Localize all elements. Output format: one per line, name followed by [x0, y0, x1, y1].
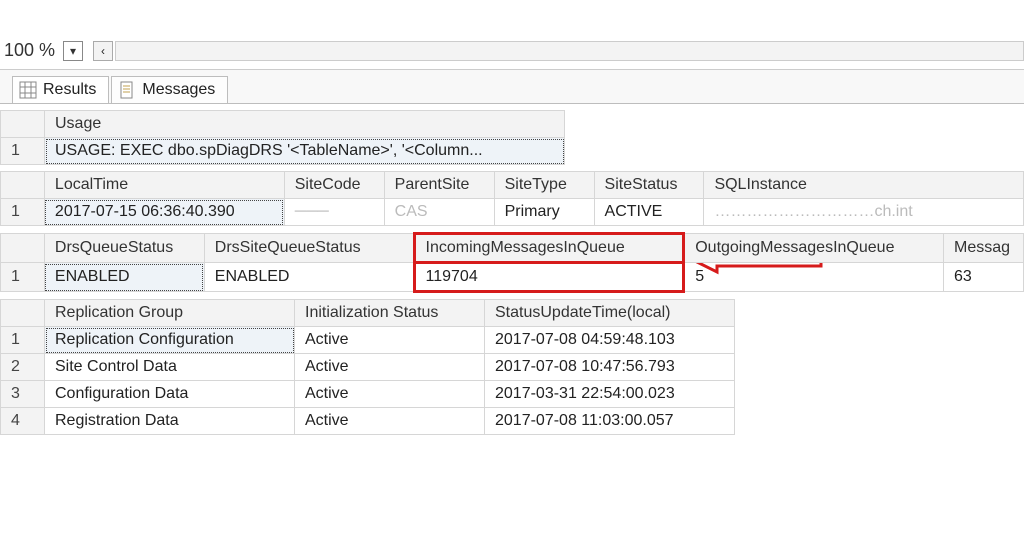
cell-statusupdatetime[interactable]: 2017-07-08 11:03:00.057 — [485, 408, 735, 435]
rownum-cell[interactable]: 1 — [1, 327, 45, 354]
cell-replicationgroup[interactable]: Site Control Data — [45, 354, 295, 381]
annotation-arrow-icon — [693, 263, 823, 276]
result-grid-3: DrsQueueStatus DrsSiteQueueStatus Incomi… — [0, 232, 1024, 293]
col-statusupdatetime[interactable]: StatusUpdateTime(local) — [485, 300, 735, 327]
cell-initstatus[interactable]: Active — [295, 381, 485, 408]
rownum-header[interactable] — [1, 111, 45, 138]
col-sitecode[interactable]: SiteCode — [284, 172, 384, 199]
table-row[interactable]: 4 Registration Data Active 2017-07-08 11… — [1, 408, 735, 435]
zoom-label: 100 % — [4, 40, 55, 61]
cell-parentsite[interactable]: CAS — [384, 199, 494, 226]
rownum-cell[interactable]: 4 — [1, 408, 45, 435]
result-grid-1: Usage 1 USAGE: EXEC dbo.spDiagDRS '<Tabl… — [0, 110, 1024, 165]
rownum-header[interactable] — [1, 172, 45, 199]
cell-replicationgroup[interactable]: Configuration Data — [45, 381, 295, 408]
cell-messag[interactable]: 63 — [943, 263, 1023, 292]
col-usage[interactable]: Usage — [45, 111, 565, 138]
rownum-cell[interactable]: 1 — [1, 263, 45, 292]
cell-initstatus[interactable]: Active — [295, 408, 485, 435]
table-row[interactable]: 1 Replication Configuration Active 2017-… — [1, 327, 735, 354]
col-sitetype[interactable]: SiteType — [494, 172, 594, 199]
cell-sitestatus[interactable]: ACTIVE — [594, 199, 704, 226]
cell-initstatus[interactable]: Active — [295, 354, 485, 381]
rownum-cell[interactable]: 1 — [1, 138, 45, 165]
cell-sqlinstance[interactable]: …………………………ch.int — [704, 199, 1024, 226]
rownum-header[interactable] — [1, 234, 45, 263]
col-parentsite[interactable]: ParentSite — [384, 172, 494, 199]
tab-messages[interactable]: Messages — [111, 76, 228, 103]
rownum-cell[interactable]: 2 — [1, 354, 45, 381]
results-pane: Usage 1 USAGE: EXEC dbo.spDiagDRS '<Tabl… — [0, 110, 1024, 435]
tab-results[interactable]: Results — [12, 76, 109, 103]
cell-sitetype[interactable]: Primary — [494, 199, 594, 226]
cell-localtime[interactable]: 2017-07-15 06:36:40.390 — [44, 199, 284, 226]
table-row[interactable]: 3 Configuration Data Active 2017-03-31 2… — [1, 381, 735, 408]
tab-messages-label: Messages — [142, 81, 215, 99]
table-row[interactable]: 1 2017-07-15 06:36:40.390 ─── CAS Primar… — [1, 199, 1024, 226]
col-drsqueuestatus[interactable]: DrsQueueStatus — [44, 234, 204, 263]
col-replicationgroup[interactable]: Replication Group — [45, 300, 295, 327]
col-drssitequeuestatus[interactable]: DrsSiteQueueStatus — [204, 234, 414, 263]
result-grid-2: LocalTime SiteCode ParentSite SiteType S… — [0, 171, 1024, 226]
cell-replicationgroup[interactable]: Registration Data — [45, 408, 295, 435]
cell-drsqueuestatus[interactable]: ENABLED — [44, 263, 204, 292]
rownum-cell[interactable]: 3 — [1, 381, 45, 408]
rownum-cell[interactable]: 1 — [1, 199, 45, 226]
cell-statusupdatetime[interactable]: 2017-07-08 04:59:48.103 — [485, 327, 735, 354]
table-row[interactable]: 1 USAGE: EXEC dbo.spDiagDRS '<TableName>… — [1, 138, 565, 165]
col-initializationstatus[interactable]: Initialization Status — [295, 300, 485, 327]
cell-statusupdatetime[interactable]: 2017-03-31 22:54:00.023 — [485, 381, 735, 408]
results-tabs: Results Messages — [0, 70, 1024, 104]
col-messag[interactable]: Messag — [943, 234, 1023, 263]
cell-replicationgroup[interactable]: Replication Configuration — [45, 327, 295, 354]
cell-usage[interactable]: USAGE: EXEC dbo.spDiagDRS '<TableName>',… — [45, 138, 565, 165]
table-row[interactable]: 2 Site Control Data Active 2017-07-08 10… — [1, 354, 735, 381]
result-grid-4: Replication Group Initialization Status … — [0, 299, 1024, 435]
cell-initstatus[interactable]: Active — [295, 327, 485, 354]
grid-icon — [19, 81, 37, 99]
col-sqlinstance[interactable]: SQLInstance — [704, 172, 1024, 199]
table-row[interactable]: 1 ENABLED ENABLED 119704 5 63 — [1, 263, 1024, 292]
col-sitestatus[interactable]: SiteStatus — [594, 172, 704, 199]
tab-results-label: Results — [43, 81, 96, 99]
zoom-bar: 100 % — [0, 0, 1024, 70]
cell-outgoing-value: 5 — [695, 268, 704, 285]
cell-drssitequeuestatus[interactable]: ENABLED — [204, 263, 414, 292]
document-icon — [118, 81, 136, 99]
hscroll-track[interactable] — [115, 41, 1024, 61]
zoom-dropdown-button[interactable] — [63, 41, 83, 61]
col-localtime[interactable]: LocalTime — [44, 172, 284, 199]
cell-incomingmessagesinqueue[interactable]: 119704 — [414, 263, 684, 292]
rownum-header[interactable] — [1, 300, 45, 327]
cell-statusupdatetime[interactable]: 2017-07-08 10:47:56.793 — [485, 354, 735, 381]
cell-outgoingmessagesinqueue[interactable]: 5 — [684, 263, 944, 292]
col-incomingmessagesinqueue[interactable]: IncomingMessagesInQueue — [414, 234, 684, 263]
col-outgoingmessagesinqueue[interactable]: OutgoingMessagesInQueue — [684, 234, 944, 263]
hscroll-left-button[interactable] — [93, 41, 113, 61]
cell-sitecode[interactable]: ─── — [284, 199, 384, 226]
